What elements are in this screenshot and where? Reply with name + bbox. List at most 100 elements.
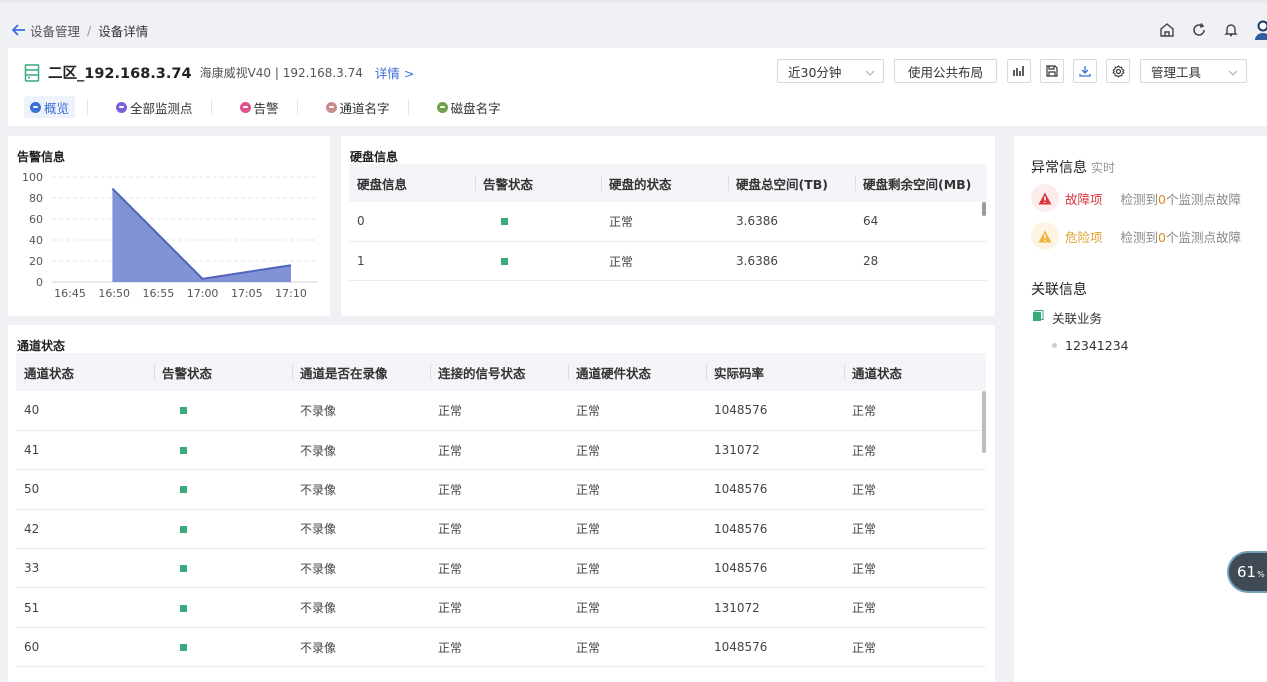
x-tick-label: 17:00 — [187, 287, 219, 300]
public-layout-button[interactable]: 使用公共布局 — [894, 59, 997, 83]
disk-icon — [436, 101, 448, 113]
bitrate: 1048576 — [706, 627, 844, 668]
danger-count: 0 — [1158, 229, 1166, 245]
channel-id: 40 — [16, 391, 154, 431]
device-title: 二区_192.168.3.74 海康威视V40 | 192.168.3.74 详… — [24, 62, 414, 83]
business-icon — [1032, 310, 1044, 325]
alarm-status — [154, 587, 292, 628]
hardware-state: 正常 — [568, 627, 706, 668]
tab-channel-name[interactable]: 通道名字 — [320, 96, 396, 118]
x-tick-label: 16:45 — [54, 287, 86, 300]
bitrate: 1048576 — [706, 469, 844, 510]
recording-state: 不录像 — [292, 548, 430, 589]
disk-total: 3.6386 — [728, 202, 855, 242]
column-header: 连接的信号状态 — [430, 353, 568, 391]
recording-state: 不录像 — [292, 587, 430, 628]
tab-alarm[interactable]: 告警 — [234, 96, 285, 118]
table-row: 60 不录像 正常 正常 1048576 正常 — [16, 627, 986, 668]
x-tick-label: 17:10 — [275, 287, 307, 300]
tab-divider — [407, 99, 409, 115]
tab-disk-name[interactable]: 磁盘名字 — [431, 96, 507, 118]
channel-state: 正常 — [844, 430, 986, 471]
hardware-state: 正常 — [568, 469, 706, 510]
channel-state: 正常 — [844, 587, 986, 628]
device-detail-link[interactable]: 详情 > — [375, 63, 414, 82]
table-row: 33 不录像 正常 正常 1048576 正常 — [16, 548, 986, 589]
tab-label: 通道名字 — [339, 100, 390, 116]
gear-icon[interactable] — [1106, 59, 1130, 83]
tab-overview[interactable]: 概览 — [24, 96, 76, 118]
disk-table-header: 硬盘信息 告警状态 硬盘的状态 硬盘总空间(TB) 硬盘剩余空间(MB) — [349, 164, 987, 202]
tab-divider — [296, 99, 298, 115]
channel-id: 41 — [16, 430, 154, 471]
alarm-status — [154, 509, 292, 550]
column-header: 硬盘总空间(TB) — [728, 164, 855, 202]
column-header: 硬盘信息 — [349, 164, 475, 202]
recording-state: 不录像 — [292, 391, 430, 431]
channel-id: 42 — [16, 509, 154, 550]
danger-label: 危险项 — [1065, 229, 1103, 245]
danger-warning-icon — [1031, 222, 1059, 250]
channel-id: 60 — [16, 627, 154, 668]
disk-status: 正常 — [601, 202, 728, 242]
status-ok-icon — [180, 565, 187, 573]
recording-state: 不录像 — [292, 509, 430, 550]
channel-table-header: 通道状态 告警状态 通道是否在录像 连接的信号状态 通道硬件状态 实际码率 通道… — [16, 353, 986, 391]
table-row: 1 正常 3.6386 28 — [349, 241, 987, 282]
avatar[interactable] — [1247, 19, 1267, 41]
disk-free: 28 — [855, 241, 987, 282]
fault-row[interactable]: 故障项 检测到0个监测点故障 — [1031, 184, 1241, 212]
channel-scrollbar[interactable] — [982, 391, 986, 453]
chart-layout-icon[interactable] — [1007, 59, 1031, 83]
tab-label: 磁盘名字 — [450, 100, 501, 116]
time-range-select[interactable]: 近30分钟 — [777, 59, 884, 83]
signal-state: 正常 — [430, 430, 568, 471]
refresh-icon[interactable] — [1183, 19, 1215, 41]
column-header: 硬盘剩余空间(MB) — [855, 164, 987, 202]
danger-desc-prefix: 检测到 — [1120, 229, 1159, 245]
column-header: 通道是否在录像 — [292, 353, 430, 391]
danger-row[interactable]: 危险项 检测到0个监测点故障 — [1031, 222, 1241, 250]
column-header: 告警状态 — [154, 353, 292, 391]
fault-desc-prefix: 检测到 — [1120, 191, 1159, 207]
home-icon[interactable] — [1151, 19, 1183, 41]
bell-icon[interactable] — [1215, 19, 1247, 41]
y-tick-label: 0 — [36, 276, 43, 289]
table-row: 42 不录像 正常 正常 1048576 正常 — [16, 509, 986, 550]
tab-label: 全部监测点 — [130, 100, 193, 116]
top-bar: 设备管理 / 设备详情 — [0, 0, 1267, 48]
related-business-label: 关联业务 — [1052, 311, 1103, 326]
y-tick-label: 80 — [29, 192, 43, 205]
back-arrow-icon[interactable] — [11, 24, 26, 37]
tab-all-monitor-points[interactable]: 全部监测点 — [110, 96, 199, 118]
alarm-area — [112, 188, 292, 282]
signal-state: 正常 — [430, 627, 568, 668]
signal-state: 正常 — [430, 469, 568, 510]
usage-badge[interactable]: 61% — [1227, 551, 1267, 593]
status-ok-icon — [180, 525, 187, 533]
download-icon[interactable] — [1073, 59, 1097, 83]
related-business[interactable]: 关联业务 — [1032, 308, 1102, 327]
related-business-item[interactable]: 12341234 — [1052, 338, 1129, 353]
save-icon[interactable] — [1040, 59, 1064, 83]
fault-desc-suffix: 个监测点故障 — [1165, 191, 1241, 207]
tab-label: 告警 — [253, 100, 279, 116]
column-header: 通道状态 — [844, 353, 986, 391]
channel-state: 正常 — [844, 627, 986, 668]
signal-state: 正常 — [430, 587, 568, 628]
related-business-value: 12341234 — [1065, 338, 1129, 353]
usage-value: 61 — [1237, 563, 1257, 581]
manage-tools-select[interactable]: 管理工具 — [1140, 59, 1247, 83]
device-description: 海康威视V40 | 192.168.3.74 — [199, 66, 363, 80]
recording-state: 不录像 — [292, 430, 430, 471]
channel-state: 正常 — [844, 509, 986, 550]
table-row: 51 不录像 正常 正常 131072 正常 — [16, 587, 986, 628]
y-tick-label: 40 — [29, 234, 43, 247]
hardware-state: 正常 — [568, 430, 706, 471]
breadcrumb-parent[interactable]: 设备管理 — [30, 21, 80, 40]
recording-state: 不录像 — [292, 627, 430, 668]
disk-scrollbar[interactable] — [982, 202, 986, 216]
x-tick-label: 17:05 — [231, 287, 263, 300]
related-info-title: 关联信息 — [1031, 282, 1087, 298]
column-header: 通道硬件状态 — [568, 353, 706, 391]
